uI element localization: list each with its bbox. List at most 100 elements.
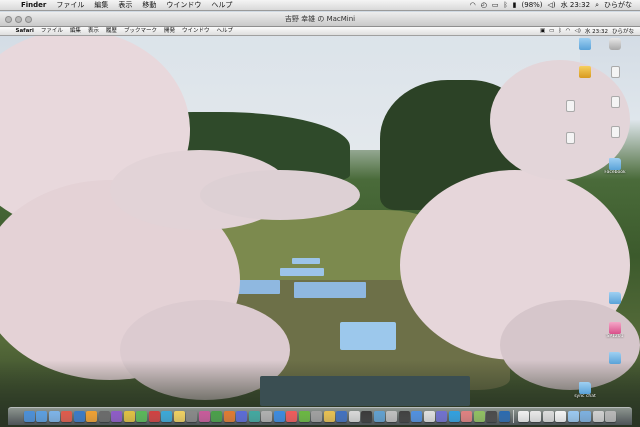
menu-go[interactable]: 移動 — [137, 0, 161, 11]
dock — [8, 407, 632, 425]
desktop-icon[interactable] — [600, 96, 630, 108]
dock-app-icon[interactable] — [298, 411, 310, 422]
dock-app-icon[interactable] — [148, 411, 160, 422]
folder-icon — [579, 38, 591, 50]
dock-app-icon[interactable] — [386, 411, 398, 422]
remote-input-source[interactable]: ひらがな — [612, 27, 634, 35]
dock-app-icon[interactable] — [336, 411, 348, 422]
dock-app-icon[interactable] — [580, 411, 592, 422]
volume-icon[interactable]: ◁) — [548, 0, 556, 11]
display-icon[interactable]: ▭ — [492, 0, 499, 11]
desktop-icon[interactable] — [600, 66, 630, 78]
desktop-icon[interactable]: sync chat — [570, 382, 600, 399]
dock-app-icon[interactable] — [398, 411, 410, 422]
menu-file[interactable]: ファイル — [51, 0, 89, 11]
dock-app-icon[interactable] — [186, 411, 198, 422]
remote-menu-develop[interactable]: 開発 — [160, 27, 178, 36]
time-machine-icon[interactable]: ◴ — [481, 0, 487, 11]
dock-app-icon[interactable] — [236, 411, 248, 422]
dock-app-icon[interactable] — [517, 411, 529, 422]
dock-app-icon[interactable] — [473, 411, 485, 422]
dock-app-icon[interactable] — [98, 411, 110, 422]
menu-help[interactable]: ヘルプ — [206, 0, 237, 11]
desktop-icon[interactable] — [555, 132, 585, 144]
dock-app-icon[interactable] — [498, 411, 510, 422]
dock-app-icon[interactable] — [73, 411, 85, 422]
dock-app-icon[interactable] — [273, 411, 285, 422]
viewer-window-titlebar[interactable]: 吉野 幸雄 の MacMini — [0, 12, 640, 27]
dock-app-icon[interactable] — [436, 411, 448, 422]
remote-volume-icon[interactable]: ◁) — [574, 28, 580, 34]
remote-menu-help[interactable]: ヘルプ — [213, 27, 237, 36]
dock-app-icon[interactable] — [36, 411, 48, 422]
remote-menu-window[interactable]: ウインドウ — [178, 27, 213, 36]
remote-menu-history[interactable]: 履歴 — [102, 27, 120, 36]
remote-screen-share-icon[interactable]: ▣ — [540, 28, 545, 34]
desktop-icon[interactable]: SP1201 — [600, 322, 630, 339]
remote-menu-view[interactable]: 表示 — [84, 27, 102, 36]
remote-menu-edit[interactable]: 編集 — [66, 27, 84, 36]
dock-app-icon[interactable] — [348, 411, 360, 422]
folder-icon — [609, 352, 621, 364]
wifi-icon[interactable]: ◠ — [470, 0, 476, 11]
dock-app-icon[interactable] — [173, 411, 185, 422]
desktop-icon[interactable] — [600, 352, 630, 364]
dock-app-icon[interactable] — [261, 411, 273, 422]
dock-app-icon[interactable] — [461, 411, 473, 422]
remote-bluetooth-icon[interactable]: ᛒ — [558, 28, 561, 34]
dock-app-icon[interactable] — [311, 411, 323, 422]
dock-app-icon[interactable] — [373, 411, 385, 422]
dock-app-icon[interactable] — [248, 411, 260, 422]
desktop-icon[interactable] — [600, 126, 630, 138]
document-icon — [565, 100, 575, 112]
dock-app-icon[interactable] — [136, 411, 148, 422]
remote-display-icon[interactable]: ▭ — [549, 28, 554, 34]
dock-app-icon[interactable] — [86, 411, 98, 422]
remote-clock[interactable]: 水 23:32 — [585, 27, 608, 35]
remote-menu-file[interactable]: ファイル — [37, 27, 66, 36]
dock-app-icon[interactable] — [123, 411, 135, 422]
dock-app-icon[interactable] — [592, 411, 604, 422]
battery-icon[interactable]: ▮ — [513, 0, 517, 11]
document-icon — [610, 126, 620, 138]
dock-app-icon[interactable] — [567, 411, 579, 422]
input-source[interactable]: ひらがな — [604, 0, 632, 11]
dock-app-icon[interactable] — [423, 411, 435, 422]
dock-app-icon[interactable] — [48, 411, 60, 422]
dock-app-icon[interactable] — [542, 411, 554, 422]
desktop-icon[interactable] — [570, 38, 600, 50]
bluetooth-icon[interactable]: ᛒ — [503, 0, 507, 11]
menu-app-name[interactable]: Finder — [16, 0, 51, 11]
menu-window[interactable]: ウインドウ — [161, 0, 206, 11]
menu-view[interactable]: 表示 — [113, 0, 137, 11]
clock[interactable]: 水 23:32 — [561, 0, 590, 11]
dock-app-icon[interactable] — [23, 411, 35, 422]
dock-app-icon[interactable] — [211, 411, 223, 422]
desktop-icon[interactable] — [600, 292, 630, 304]
dock-app-icon[interactable] — [198, 411, 210, 422]
desktop-icon[interactable] — [600, 38, 630, 50]
dock-app-icon[interactable] — [361, 411, 373, 422]
dock-app-icon[interactable] — [111, 411, 123, 422]
dock-app-icon[interactable] — [411, 411, 423, 422]
desktop-icon[interactable] — [555, 100, 585, 112]
dock-app-icon[interactable] — [555, 411, 567, 422]
dock-app-icon[interactable] — [605, 411, 617, 422]
desktop-icon[interactable]: Facebook — [600, 158, 630, 175]
dock-app-icon[interactable] — [286, 411, 298, 422]
dock-app-icon[interactable] — [61, 411, 73, 422]
dock-app-icon[interactable] — [486, 411, 498, 422]
spotlight-icon[interactable]: ⌕ — [595, 0, 599, 11]
remote-wifi-icon[interactable]: ◠ — [566, 28, 571, 34]
desktop-icon[interactable] — [570, 66, 600, 78]
dock-app-icon[interactable] — [223, 411, 235, 422]
menu-edit[interactable]: 編集 — [89, 0, 113, 11]
host-menubar: Finder ファイル 編集 表示 移動 ウインドウ ヘルプ ◠ ◴ ▭ ᛒ ▮… — [0, 0, 640, 11]
folder-icon — [609, 292, 621, 304]
remote-menu-app-name[interactable]: Safari — [12, 27, 37, 36]
dock-app-icon[interactable] — [323, 411, 335, 422]
dock-app-icon[interactable] — [161, 411, 173, 422]
remote-menu-bookmarks[interactable]: ブックマーク — [120, 27, 160, 36]
dock-app-icon[interactable] — [448, 411, 460, 422]
dock-app-icon[interactable] — [530, 411, 542, 422]
